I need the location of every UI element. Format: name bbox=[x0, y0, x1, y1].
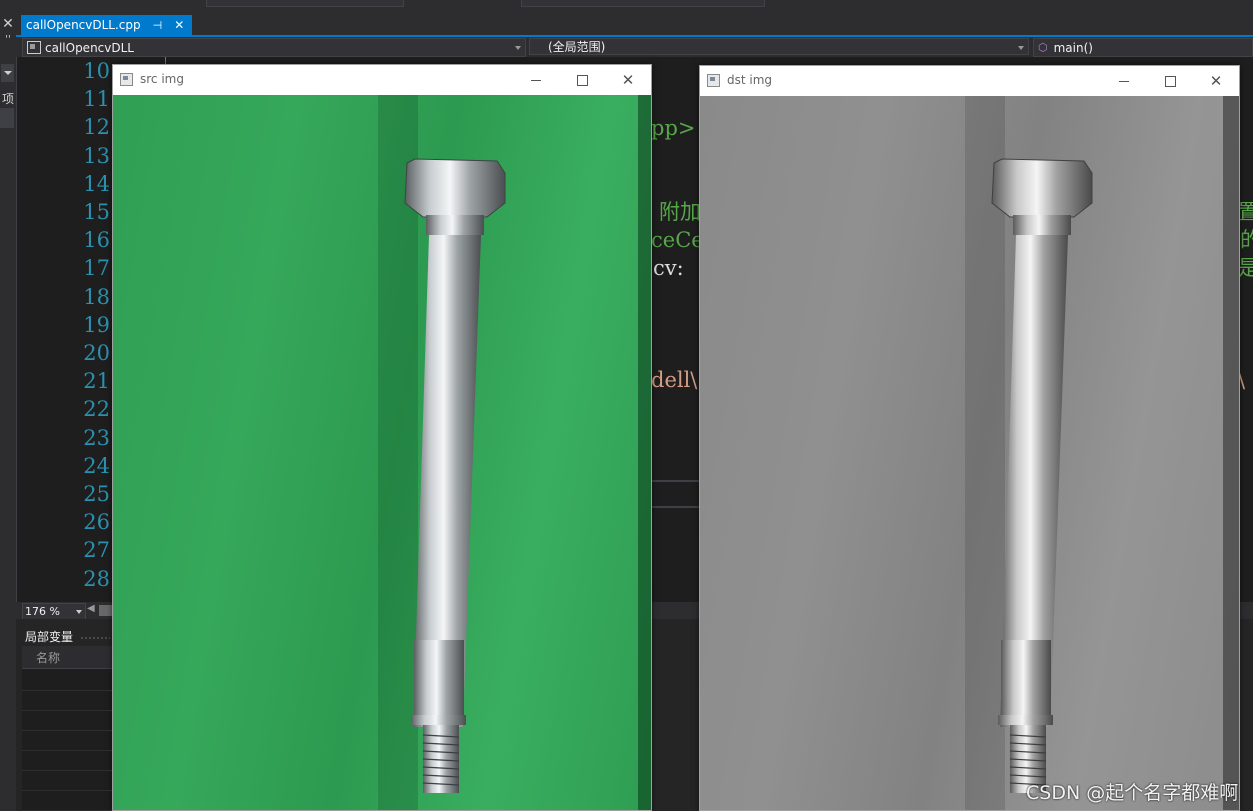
src-img-window[interactable]: src img ✕ bbox=[112, 64, 652, 811]
maximize-button[interactable] bbox=[567, 68, 597, 92]
line-number: 14 bbox=[83, 171, 110, 196]
chevron-down-icon bbox=[515, 46, 521, 50]
line-number: 26 bbox=[83, 510, 110, 535]
close-button[interactable]: ✕ bbox=[613, 68, 643, 92]
table-row-divider bbox=[22, 690, 112, 691]
close-icon[interactable]: ✕ bbox=[174, 18, 184, 32]
table-row-divider bbox=[22, 770, 112, 771]
tab-label: callOpencvDLL.cpp bbox=[26, 18, 141, 32]
function-dropdown[interactable]: ⬡ main() bbox=[1033, 38, 1253, 57]
table-row-divider bbox=[22, 750, 112, 751]
code-fragment: 附加 bbox=[659, 200, 701, 224]
editor-divider bbox=[651, 480, 699, 482]
minimize-icon bbox=[531, 79, 541, 81]
project-icon bbox=[27, 41, 41, 54]
window-title: dst img bbox=[727, 73, 773, 87]
table-row-divider bbox=[22, 790, 112, 791]
zoom-level-dropdown[interactable]: 176 % bbox=[22, 603, 86, 620]
close-icon: ✕ bbox=[621, 70, 635, 89]
line-number: 19 bbox=[83, 312, 110, 337]
app-icon bbox=[707, 74, 720, 87]
window-titlebar[interactable]: src img ✕ bbox=[113, 65, 651, 95]
chevron-down-icon bbox=[1018, 46, 1024, 50]
tab-callopencvdll-cpp[interactable]: callOpencvDLL.cpp ⊣ ✕ bbox=[21, 15, 193, 35]
line-number: 17 bbox=[83, 256, 110, 281]
chevron-down-icon bbox=[4, 71, 12, 75]
project-dropdown[interactable]: callOpencvDLL bbox=[22, 38, 526, 57]
line-number: 16 bbox=[83, 228, 110, 253]
window-title: src img bbox=[140, 72, 184, 86]
line-number: 11 bbox=[83, 87, 110, 112]
code-fragment: 是 bbox=[1238, 256, 1253, 280]
steel-pin-image bbox=[404, 158, 506, 793]
code-fragment: dell\ bbox=[651, 368, 698, 392]
code-fragment: 置 bbox=[1238, 200, 1253, 224]
src-image-canvas bbox=[113, 95, 651, 810]
function-name: main() bbox=[1053, 40, 1093, 55]
dst-img-window[interactable]: dst img ✕ bbox=[699, 65, 1240, 811]
panel-grip bbox=[80, 636, 110, 640]
line-number: 21 bbox=[83, 369, 110, 394]
scroll-left-icon[interactable]: ◀ bbox=[87, 603, 95, 614]
close-icon: ✕ bbox=[1209, 71, 1223, 90]
dst-image-canvas bbox=[700, 96, 1239, 810]
zoom-value: 176 % bbox=[25, 605, 60, 618]
chevron-down-icon bbox=[76, 610, 82, 614]
line-number: 13 bbox=[83, 143, 110, 168]
pin-icon[interactable]: ⊣ bbox=[153, 19, 163, 32]
minimize-button[interactable] bbox=[1109, 69, 1139, 93]
table-row-divider bbox=[22, 730, 112, 731]
maximize-icon bbox=[1164, 75, 1176, 87]
function-cube-icon: ⬡ bbox=[1038, 41, 1048, 54]
column-header-name[interactable]: 名称 bbox=[36, 649, 60, 666]
locals-panel-title[interactable]: 局部变量 bbox=[25, 628, 73, 645]
line-number: 27 bbox=[83, 538, 110, 563]
toolbar-combo[interactable] bbox=[521, 0, 765, 7]
line-number: 10 bbox=[83, 59, 110, 83]
left-panel-selection bbox=[0, 108, 14, 128]
window-titlebar[interactable]: dst img ✕ bbox=[700, 66, 1239, 96]
maximize-button[interactable] bbox=[1155, 69, 1185, 93]
watermark-text: CSDN @起个名字都难啊 bbox=[1026, 782, 1239, 804]
horizontal-scrollbar-thumb[interactable] bbox=[99, 605, 112, 616]
line-number: 22 bbox=[83, 397, 110, 422]
line-number: 25 bbox=[83, 482, 110, 506]
left-panel-dropdown[interactable] bbox=[1, 64, 14, 82]
left-tool-panel: ✕ '' bbox=[0, 14, 17, 811]
steel-pin-image bbox=[991, 158, 1093, 793]
scope-dropdown[interactable]: (全局范围) bbox=[529, 38, 1029, 55]
line-number: 20 bbox=[83, 341, 110, 365]
minimize-icon bbox=[1119, 80, 1129, 82]
code-fragment: pp> bbox=[651, 116, 696, 140]
line-number: 23 bbox=[83, 425, 110, 450]
document-tab-strip bbox=[16, 14, 1253, 35]
maximize-icon bbox=[576, 74, 588, 86]
line-number: 28 bbox=[83, 566, 110, 591]
line-number: 15 bbox=[83, 200, 110, 224]
editor-divider bbox=[651, 506, 699, 508]
line-number: 24 bbox=[83, 453, 110, 478]
left-panel-dots: '' bbox=[5, 34, 11, 45]
code-fragment: 的 bbox=[1240, 228, 1253, 252]
close-button[interactable]: ✕ bbox=[1201, 69, 1231, 93]
left-panel-close-icon[interactable]: ✕ bbox=[0, 16, 16, 32]
project-name: callOpencvDLL bbox=[45, 40, 134, 55]
scope-name: (全局范围) bbox=[548, 40, 606, 54]
line-number: 18 bbox=[83, 284, 110, 309]
app-icon bbox=[120, 73, 133, 86]
table-row-divider bbox=[22, 710, 112, 711]
left-panel-item[interactable]: 项 bbox=[0, 90, 16, 107]
line-number: 12 bbox=[83, 115, 110, 140]
code-fragment: cv: bbox=[653, 256, 684, 280]
minimize-button[interactable] bbox=[521, 68, 551, 92]
toolbar-combo[interactable] bbox=[206, 0, 404, 7]
